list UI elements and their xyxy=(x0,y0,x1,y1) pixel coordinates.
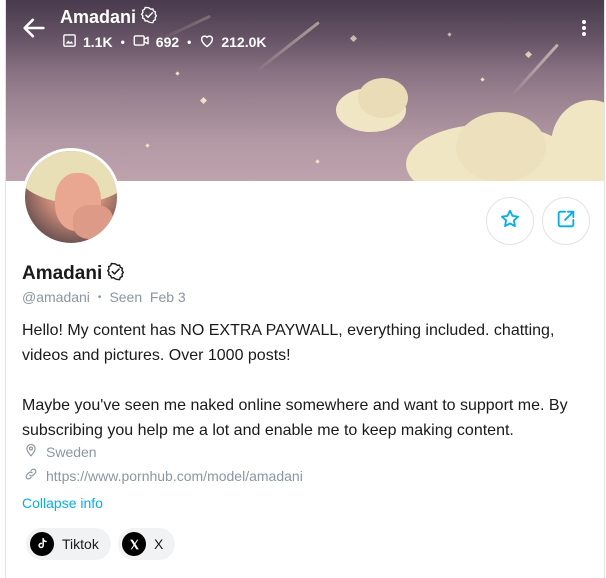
verified-badge-icon xyxy=(106,262,125,286)
social-chip-tiktok[interactable]: Tiktok xyxy=(26,528,111,560)
social-chip-label: X xyxy=(154,536,164,552)
collapse-info-link[interactable]: Collapse info xyxy=(22,495,103,511)
verified-badge-icon xyxy=(140,6,158,29)
website-link[interactable]: https://www.pornhub.com/model/amadani xyxy=(46,468,303,484)
stat-videos: 692 xyxy=(133,33,179,51)
last-seen: Seen Feb 3 xyxy=(109,289,186,305)
share-icon xyxy=(555,208,577,235)
profile-name: Amadani xyxy=(22,263,103,284)
profile-page: Amadani 1.1K • 692 • 212.0K Amadani @ama… xyxy=(5,0,605,578)
social-chip-x[interactable]: X xyxy=(118,528,176,560)
x-icon xyxy=(122,532,146,556)
username: @amadani xyxy=(22,289,90,305)
profile-name-row: Amadani xyxy=(22,262,125,286)
website-row[interactable]: https://www.pornhub.com/model/amadani xyxy=(24,467,303,484)
header-stats: 1.1K • 692 • 212.0K xyxy=(62,33,267,51)
top-bar: Amadani 1.1K • 692 • 212.0K xyxy=(6,0,604,80)
location-text: Sweden xyxy=(46,443,97,460)
image-icon xyxy=(62,33,77,51)
stat-videos-value: 692 xyxy=(155,34,180,50)
location-pin-icon xyxy=(24,443,38,460)
header-title-row: Amadani xyxy=(60,6,158,29)
bio-paragraph: Maybe you've seen me naked online somewh… xyxy=(22,397,568,439)
star-icon xyxy=(499,208,521,235)
profile-bio: Hello! My content has NO EXTRA PAYWALL, … xyxy=(22,318,592,443)
bio-paragraph: Hello! My content has NO EXTRA PAYWALL, … xyxy=(22,322,555,364)
stat-separator: • xyxy=(187,35,192,49)
stat-posts: 1.1K xyxy=(62,33,113,51)
tiktok-icon xyxy=(30,532,54,556)
avatar[interactable] xyxy=(22,148,120,246)
header-title: Amadani xyxy=(60,7,137,27)
more-options-icon[interactable] xyxy=(574,14,594,42)
link-icon xyxy=(24,467,38,484)
location-row: Sweden xyxy=(24,443,97,460)
social-chip-label: Tiktok xyxy=(62,536,99,552)
stat-separator: • xyxy=(120,35,125,49)
back-arrow-icon[interactable] xyxy=(20,14,48,42)
stat-posts-value: 1.1K xyxy=(83,34,113,50)
heart-icon xyxy=(199,33,215,51)
favorite-button[interactable] xyxy=(486,197,534,245)
profile-meta: @amadani • Seen Feb 3 xyxy=(22,289,186,305)
video-icon xyxy=(133,33,150,51)
stat-likes: 212.0K xyxy=(199,33,267,51)
meta-separator: • xyxy=(97,291,102,303)
stat-likes-value: 212.0K xyxy=(221,34,267,50)
share-button[interactable] xyxy=(542,197,590,245)
